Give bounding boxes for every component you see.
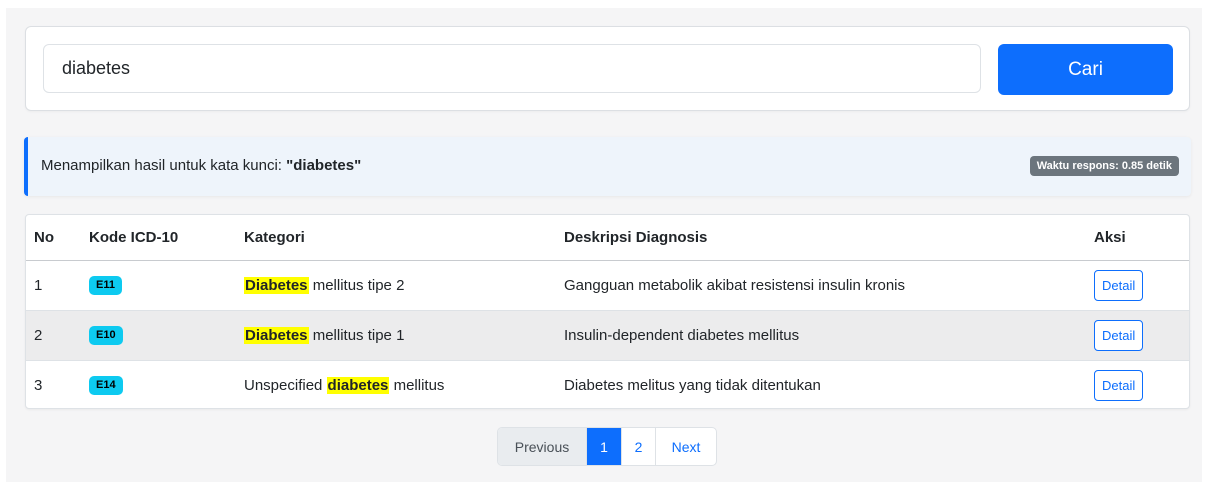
row-category: Diabetes mellitus tipe 1	[236, 310, 556, 361]
search-keyword: "diabetes"	[286, 157, 362, 174]
category-post: mellitus tipe 2	[308, 276, 405, 294]
row-code-cell: E11	[81, 260, 236, 311]
pagination-next[interactable]: Next	[656, 428, 716, 465]
results-table-card: No Kode ICD-10 Kategori Deskripsi Diagno…	[25, 214, 1190, 409]
pagination-page-2[interactable]: 2	[622, 428, 656, 465]
detail-button[interactable]: Detail	[1094, 269, 1144, 301]
row-action-cell: Detail	[1086, 360, 1189, 408]
table-header-row: No Kode ICD-10 Kategori Deskripsi Diagno…	[26, 215, 1189, 261]
table-row: 2 E10 Diabetes mellitus tipe 1 Insulin-d…	[26, 310, 1189, 361]
header-description: Deskripsi Diagnosis	[556, 215, 1086, 261]
search-card: Cari	[25, 26, 1190, 111]
table-row: 1 E11 Diabetes mellitus tipe 2 Gangguan …	[26, 260, 1189, 311]
keyword-highlight: Diabetes	[244, 326, 309, 344]
category-pre: Unspecified	[244, 376, 327, 394]
row-category: Unspecified diabetes mellitus	[236, 360, 556, 408]
row-description: Diabetes melitus yang tidak ditentukan	[564, 376, 821, 394]
row-action-cell: Detail	[1086, 260, 1189, 311]
row-code-cell: E10	[81, 310, 236, 361]
pagination: Previous 1 2 Next	[497, 427, 717, 466]
row-description: Gangguan metabolik akibat resistensi ins…	[556, 260, 1086, 311]
row-description: Insulin-dependent diabetes mellitus	[556, 310, 1086, 361]
page-background: Cari Menampilkan hasil untuk kata kunci:…	[6, 8, 1202, 482]
row-no: 3	[34, 376, 43, 394]
keyword-highlight: Diabetes	[244, 276, 309, 294]
result-info-alert: Menampilkan hasil untuk kata kunci: "dia…	[24, 137, 1191, 196]
row-no: 2	[26, 310, 81, 361]
table-row: 3 E14 Unspecified diabetes mellitus Diab…	[26, 360, 1189, 408]
results-table: No Kode ICD-10 Kategori Deskripsi Diagno…	[26, 215, 1189, 408]
icd-code-badge: E10	[89, 326, 123, 345]
icd-code-badge: E11	[89, 276, 122, 295]
header-no: No	[26, 215, 81, 261]
category-post: mellitus	[389, 376, 445, 394]
keyword-highlight: diabetes	[326, 376, 390, 394]
search-button[interactable]: Cari	[998, 44, 1173, 95]
category-post: mellitus tipe 1	[308, 326, 405, 344]
response-time-badge: Waktu respons: 0.85 detik	[1029, 156, 1179, 176]
header-action: Aksi	[1086, 215, 1189, 261]
pagination-previous[interactable]: Previous	[498, 428, 587, 465]
header-code: Kode ICD-10	[81, 215, 236, 261]
result-info-text: Menampilkan hasil untuk kata kunci: "dia…	[41, 157, 361, 174]
row-no: 1	[26, 260, 81, 311]
row-code-cell: E14	[81, 360, 236, 408]
search-input[interactable]	[43, 44, 981, 93]
row-category: Diabetes mellitus tipe 2	[236, 260, 556, 311]
icd-code-badge: E14	[89, 376, 123, 396]
row-action-cell: Detail	[1086, 310, 1189, 361]
detail-button[interactable]: Detail	[1094, 369, 1144, 401]
pagination-page-1[interactable]: 1	[587, 428, 622, 465]
result-info-prefix: Menampilkan hasil untuk kata kunci:	[41, 157, 287, 174]
header-category: Kategori	[236, 215, 556, 261]
detail-button[interactable]: Detail	[1094, 319, 1144, 351]
